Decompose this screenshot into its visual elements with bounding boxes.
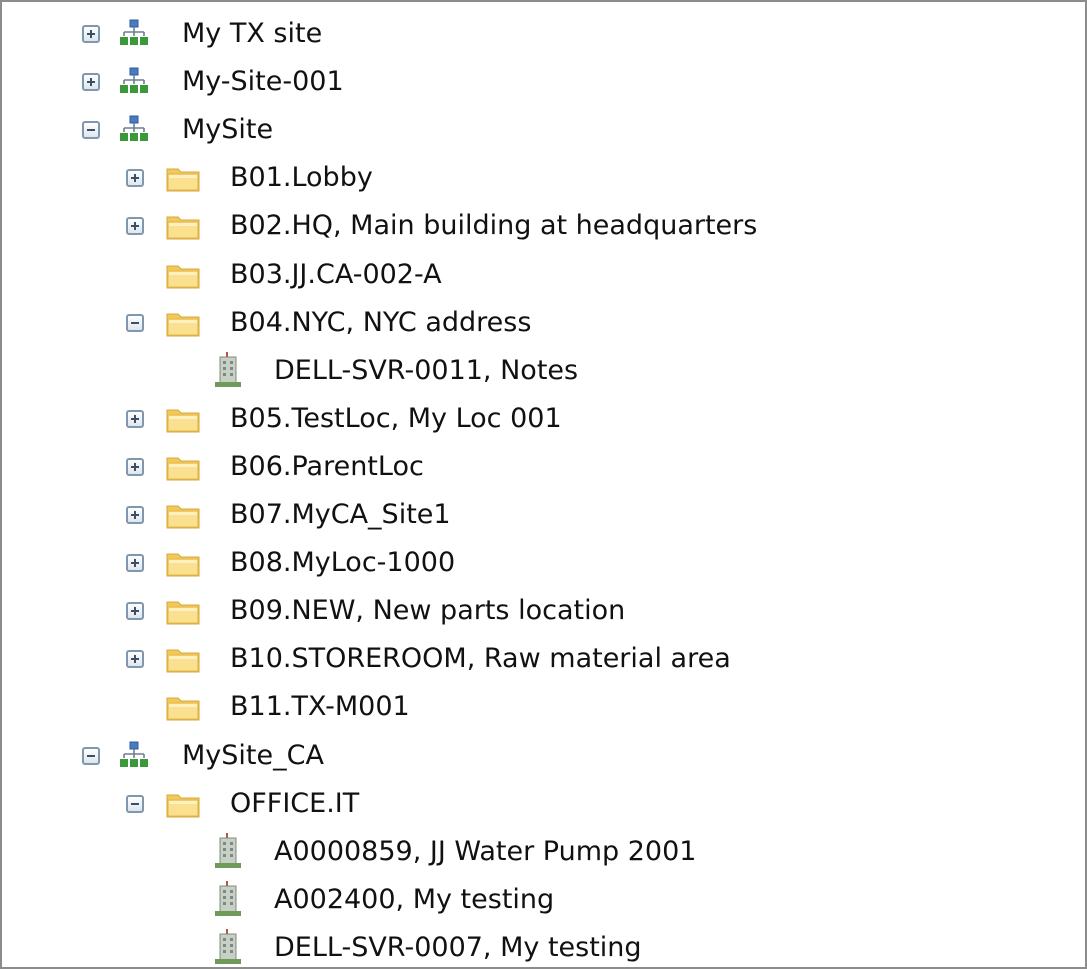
tree-node-label: DELL-SVR-0007, My testing [274,931,642,963]
collapse-minus-icon[interactable] [82,121,100,140]
folder-icon [166,405,200,437]
tree-node-label: B09.NEW, New parts location [230,595,626,627]
tree-node-label: A0000859, JJ Water Pump 2001 [274,835,697,867]
tree-node-folder[interactable]: B09.NEW, New parts location [2,587,1085,635]
tree-node-label: B04.NYC, NYC address [230,306,532,338]
expand-plus-icon[interactable] [126,602,144,621]
building-asset-icon [214,880,242,921]
expand-plus-icon[interactable] [126,506,144,524]
folder-icon [166,212,200,244]
building-asset-icon [214,351,242,392]
tree-node-label: B10.STOREROOM, Raw material area [230,643,731,675]
folder-icon [166,790,200,822]
tree-node-label: B03.JJ.CA-002-A [230,258,442,290]
site-hierarchy-icon [119,740,149,774]
tree-node-asset[interactable]: A002400, My testing [2,876,1085,924]
tree-node-asset[interactable]: DELL-SVR-0007, My testing [2,924,1085,967]
collapse-minus-icon[interactable] [126,794,144,813]
collapse-minus-icon[interactable] [82,746,100,765]
expand-plus-icon[interactable] [126,554,144,573]
expand-plus-icon[interactable] [126,650,144,669]
tree-node-label: B07.MyCA_Site1 [230,499,451,530]
tree-node-label: B01.Lobby [230,162,373,194]
tree-node-site[interactable]: My-Site-001 [2,58,1085,106]
tree-node-label: B02.HQ, Main building at headquarters [230,210,758,242]
collapse-minus-icon[interactable] [126,313,144,332]
folder-icon [166,164,200,196]
expand-plus-icon[interactable] [126,169,144,188]
building-asset-icon [214,928,242,967]
tree-node-folder[interactable]: B07.MyCA_Site1 [2,491,1085,539]
expand-plus-icon[interactable] [126,217,144,236]
tree-node-folder[interactable]: B02.HQ, Main building at headquarters [2,202,1085,250]
tree-node-label: My TX site [182,18,323,49]
tree-node-folder[interactable]: B10.STOREROOM, Raw material area [2,635,1085,683]
folder-icon [166,261,200,293]
tree-node-label: DELL-SVR-0011, Notes [274,354,579,386]
tree-node-site[interactable]: My TX site [2,10,1085,58]
tree-node-folder[interactable]: B08.MyLoc-1000 [2,539,1085,587]
expand-plus-icon[interactable] [82,73,100,92]
tree-node-label: B11.TX-M001 [230,691,410,723]
tree-node-folder[interactable]: B04.NYC, NYC address [2,299,1085,347]
tree-node-label: MySite [182,114,274,146]
tree-node-asset[interactable]: DELL-SVR-0011, Notes [2,347,1085,395]
tree-node-label: B08.MyLoc-1000 [230,547,456,579]
tree-node-site[interactable]: MySite_CA [2,732,1085,780]
site-hierarchy-icon [119,18,149,52]
site-hierarchy-icon [119,114,149,148]
folder-icon [166,453,200,485]
folder-icon [166,501,200,533]
tree-node-label: My-Site-001 [182,66,344,98]
tree-node-folder[interactable]: B03.JJ.CA-002-A [2,251,1085,299]
location-tree-panel: My TX site My-Site-001 MySite B01.Lobby B02.… [0,0,1087,969]
folder-icon [166,597,200,629]
tree-node-folder[interactable]: B11.TX-M001 [2,683,1085,731]
tree-node-label: OFFICE.IT [230,787,360,819]
folder-icon [166,645,200,677]
tree-node-folder[interactable]: B01.Lobby [2,154,1085,202]
tree-node-folder[interactable]: B06.ParentLoc [2,443,1085,491]
building-asset-icon [214,832,242,873]
tree-node-label: B05.TestLoc, My Loc 001 [230,402,562,434]
folder-icon [166,309,200,341]
tree-node-asset[interactable]: A0000859, JJ Water Pump 2001 [2,828,1085,876]
site-hierarchy-icon [119,66,149,100]
expand-plus-icon[interactable] [82,25,100,43]
folder-icon [166,693,200,725]
tree-node-label: A002400, My testing [274,883,555,915]
expand-plus-icon[interactable] [126,409,144,428]
folder-icon [166,549,200,581]
tree-node-label: B06.ParentLoc [230,450,424,482]
expand-plus-icon[interactable] [126,457,144,476]
tree-node-site[interactable]: MySite [2,106,1085,154]
tree-node-label: MySite_CA [182,739,324,771]
tree-node-folder[interactable]: OFFICE.IT [2,780,1085,828]
tree-node-folder[interactable]: B05.TestLoc, My Loc 001 [2,395,1085,443]
